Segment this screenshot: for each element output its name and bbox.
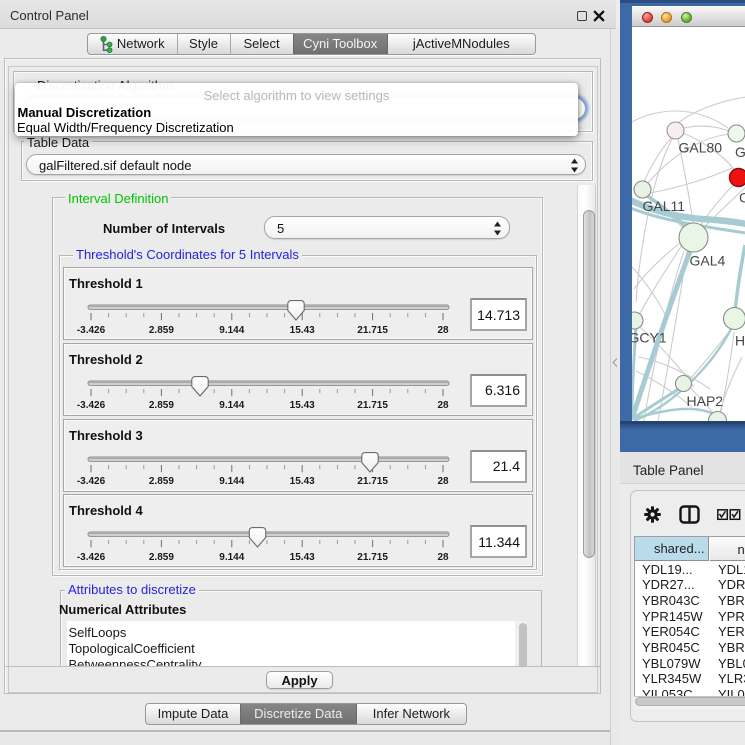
svg-text:GCY1: GCY1: [632, 329, 667, 345]
svg-text:GAL80: GAL80: [678, 139, 722, 155]
svg-text:HAP2: HAP2: [686, 393, 723, 409]
svg-text:GAL11: GAL11: [642, 198, 685, 214]
svg-text:GA: GA: [735, 144, 745, 160]
svg-text:GAL4: GAL4: [689, 252, 725, 268]
svg-text:C: C: [739, 189, 745, 205]
svg-text:H: H: [735, 332, 745, 348]
